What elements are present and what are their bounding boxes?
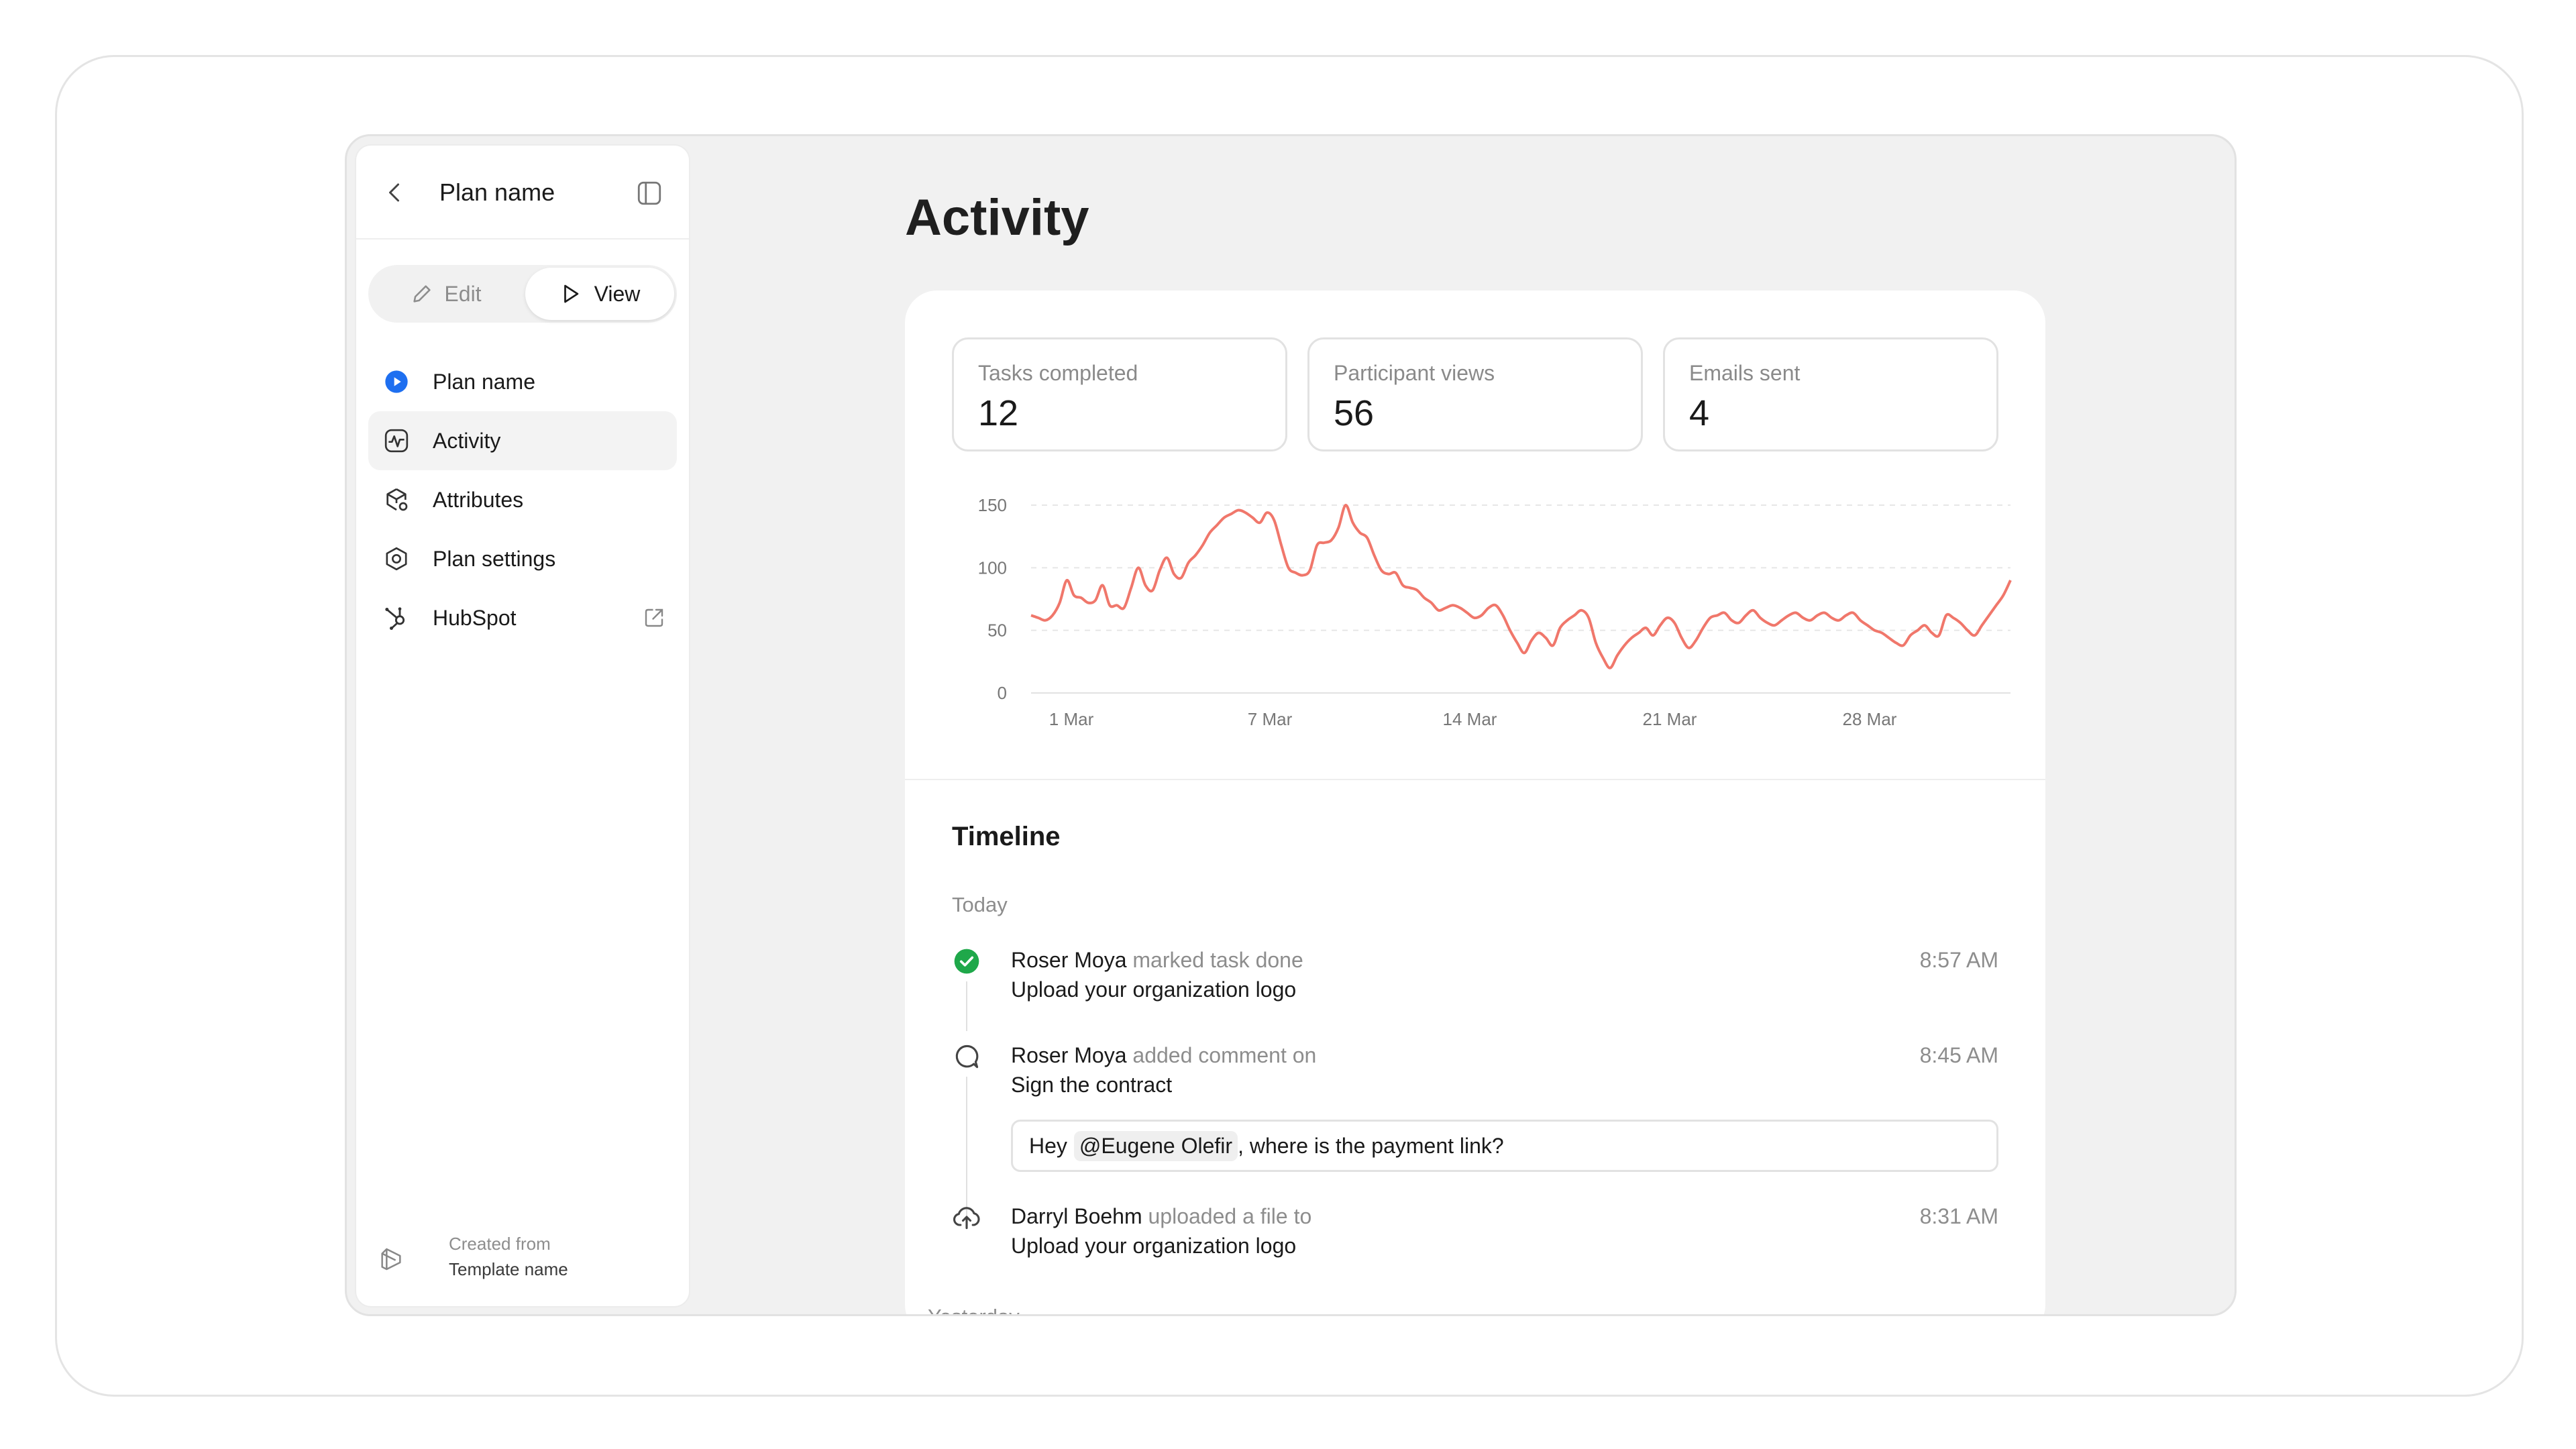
view-mode-label: View [594,281,641,306]
stat-emails-sent: Emails sent 4 [1663,337,1998,451]
timeline-connector [966,1077,967,1223]
event-summary: Roser Moya marked task done [1011,947,1303,973]
edit-mode-button[interactable]: Edit [368,265,524,323]
cloud-upload-icon [953,1207,980,1230]
event-target[interactable]: Upload your organization logo [1011,976,1296,1003]
event-time: 8:45 AM [1919,1043,1998,1067]
event-action: added comment on [1132,1043,1317,1067]
hexagon-gear-icon [386,547,407,571]
event-target[interactable]: Sign the contract [1011,1071,1172,1098]
sidebar-item-label: Plan settings [433,547,556,571]
sidebar-item-activity[interactable]: Activity [368,411,677,470]
stat-value: 56 [1334,393,1375,433]
event-time: 8:57 AM [1919,948,1998,972]
activity-pulse-icon [384,429,409,453]
stat-label: Participant views [1334,361,1495,385]
activity-line-chart: 0 50 100 150 1 Mar 7 Mar 14 Mar 21 Mar 28 Mar [978,495,2012,729]
stat-label: Tasks completed [978,361,1138,385]
sidebar-header: Plan name [356,146,689,239]
event-actor[interactable]: Darryl Boehm [1011,1204,1142,1228]
timeline-title: Timeline [952,822,1061,851]
timeline-group-yesterday: Yesterday [928,1303,1020,1314]
chevron-left-icon[interactable] [383,180,407,205]
sidebar: Plan name Edit View Plan name Activity A… [356,146,689,1306]
activity-card: Tasks completed 12 Participant views 56 … [905,290,2045,1314]
hubspot-icon [385,607,405,630]
sidebar-item-hubspot[interactable]: HubSpot [368,588,677,647]
comment-mention[interactable]: @Eugene Olefir [1073,1130,1238,1161]
event-action: marked task done [1132,948,1303,972]
stats-row: Tasks completed 12 Participant views 56 … [952,337,1998,451]
sidebar-nav: Plan name Activity Attributes Plan setti… [368,352,677,647]
stat-label: Emails sent [1689,361,1801,385]
stat-participant-views: Participant views 56 [1307,337,1643,451]
layers-icon [381,1248,401,1271]
y-tick-label: 0 [998,683,1007,703]
event-time: 8:31 AM [1919,1204,1998,1228]
check-circle-icon [954,949,979,974]
sidebar-item-label: Plan name [433,370,535,394]
timeline-connector [966,981,967,1031]
comment-box[interactable]: Hey @Eugene Olefir , where is the paymen… [1011,1120,1998,1172]
x-tick-label: 1 Mar [1049,709,1094,729]
view-mode-button[interactable]: View [525,268,674,320]
template-name-link[interactable]: Template name [449,1259,568,1280]
comment-text-prefix: Hey [1029,1133,1067,1158]
comment-icon [955,1044,979,1069]
timeline-event: Roser Moya marked task done Upload your … [952,947,1998,1034]
event-action: uploaded a file to [1148,1204,1312,1228]
sidebar-item-label: HubSpot [433,606,517,630]
event-summary: Roser Moya added comment on [1011,1042,1316,1069]
x-tick-label: 28 Mar [1843,709,1897,729]
x-tick-label: 7 Mar [1248,709,1293,729]
section-divider [905,779,2045,780]
sidebar-item-plan[interactable]: Plan name [368,352,677,411]
mode-toggle: Edit View [368,265,677,323]
plan-title: Plan name [439,178,555,206]
timeline-group-today: Today [952,893,1008,916]
sidebar-item-label: Activity [433,429,501,453]
play-circle-icon [385,370,408,393]
y-tick-label: 150 [978,495,1007,515]
timeline-event: Roser Moya added comment on Sign the con… [952,1042,1998,1223]
play-icon [564,284,578,303]
stat-tasks-completed: Tasks completed 12 [952,337,1287,451]
pencil-icon [413,285,431,303]
event-actor[interactable]: Roser Moya [1011,1043,1127,1067]
cube-settings-icon [386,488,408,511]
created-from-label: Created from [449,1234,551,1254]
y-tick-label: 100 [978,557,1007,578]
timeline-event: Darryl Boehm uploaded a file to Upload y… [952,1203,1998,1267]
stat-value: 4 [1689,393,1710,433]
stat-value: 12 [978,393,1019,433]
sidebar-item-label: Attributes [433,488,524,512]
x-tick-label: 14 Mar [1443,709,1497,729]
event-actor[interactable]: Roser Moya [1011,948,1127,972]
event-target[interactable]: Upload your organization logo [1011,1232,1296,1259]
page-title: Activity [905,189,1089,246]
sidebar-item-plan-settings[interactable]: Plan settings [368,529,677,588]
edit-mode-label: Edit [444,281,482,306]
app-window: Plan name Edit View Plan name Activity A… [345,134,2237,1316]
sidebar-item-attributes[interactable]: Attributes [368,470,677,529]
event-summary: Darryl Boehm uploaded a file to [1011,1203,1311,1230]
x-tick-label: 21 Mar [1643,709,1697,729]
chart-series-line [1030,503,2012,669]
comment-text-suffix: , where is the payment link? [1238,1133,1504,1158]
sidebar-panel-icon[interactable] [635,179,663,207]
external-link-icon[interactable] [642,606,666,630]
y-tick-label: 50 [987,621,1007,641]
